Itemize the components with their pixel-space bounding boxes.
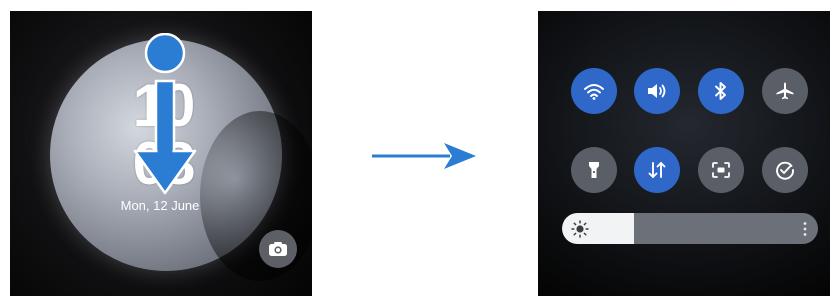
screen-capture-icon (712, 162, 730, 178)
flashlight-toggle[interactable] (571, 147, 617, 193)
mobile-data-toggle[interactable] (634, 147, 680, 193)
quick-panel (538, 11, 830, 296)
wifi-icon (584, 84, 604, 100)
transition-arrow-icon (372, 143, 476, 169)
more-options-icon[interactable] (802, 221, 808, 237)
check-icon (776, 161, 794, 180)
wifi-toggle[interactable] (571, 68, 617, 114)
camera-icon (269, 242, 287, 256)
sound-icon (648, 84, 666, 98)
sound-toggle[interactable] (634, 68, 680, 114)
bluetooth-toggle[interactable] (698, 68, 744, 114)
airplane-toggle[interactable] (762, 68, 808, 114)
sun-icon (571, 220, 589, 238)
swipe-down-gesture-icon (133, 33, 197, 195)
airplane-icon (776, 82, 794, 100)
camera-shortcut-button[interactable] (259, 230, 297, 268)
brightness-slider[interactable] (562, 213, 818, 244)
screen-capture-toggle[interactable] (698, 147, 744, 193)
flashlight-icon (589, 162, 599, 178)
check-toggle[interactable] (762, 147, 808, 193)
bluetooth-icon (715, 82, 726, 100)
data-arrows-icon (648, 162, 666, 178)
lock-screen: 10 08 Mon, 12 June (10, 11, 312, 296)
